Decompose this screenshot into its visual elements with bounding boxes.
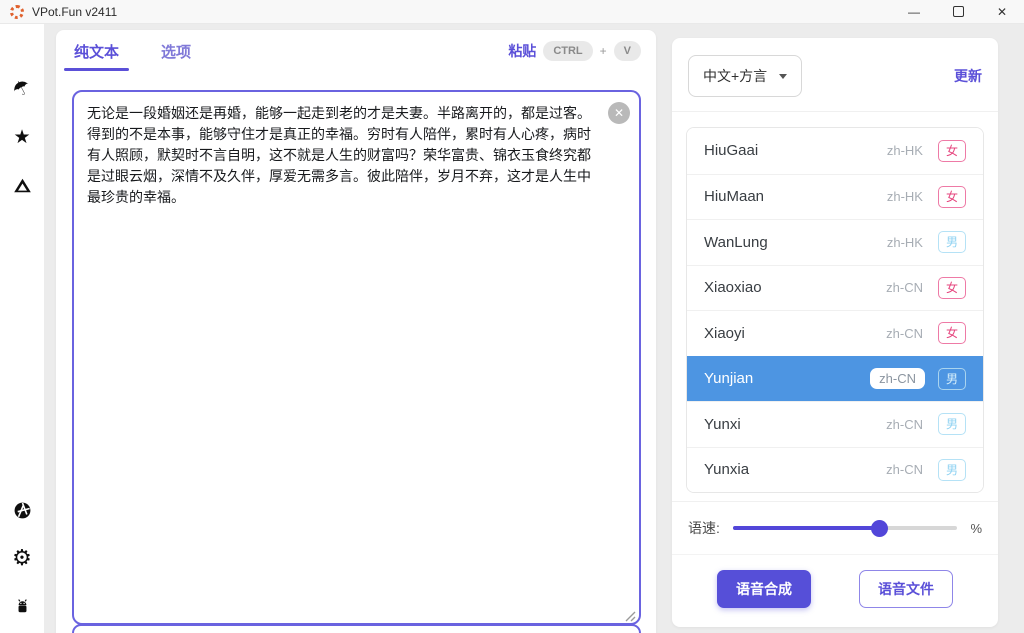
voice-gender-badge: 男 xyxy=(938,231,966,253)
voice-name: Xiaoyi xyxy=(704,325,886,342)
voice-gender-badge: 男 xyxy=(938,368,966,390)
tab-plain-text[interactable]: 纯文本 xyxy=(72,30,121,72)
voice-lang-code: zh-HK xyxy=(887,189,923,204)
action-buttons-row: 语音合成 语音文件 xyxy=(672,554,998,633)
voice-lang-code: zh-CN xyxy=(886,462,923,477)
voice-name: Yunjian xyxy=(704,370,870,387)
mountain-icon[interactable] xyxy=(11,174,33,196)
speed-unit-label: % xyxy=(970,521,982,536)
text-input[interactable]: 无论是一段婚姻还是再婚，能够一起走到老的才是夫妻。半路离开的，都是过客。得到的不… xyxy=(72,90,641,625)
synthesize-button[interactable]: 语音合成 xyxy=(717,570,811,608)
app-window: VPot.Fun v2411 — ✕ ☂ ★ xyxy=(0,0,1024,633)
voice-list-item[interactable]: WanLung zh-HK 男 xyxy=(687,219,983,265)
voice-lang-code: zh-CN xyxy=(886,326,923,341)
voice-list-item[interactable]: Yunxia zh-CN 男 xyxy=(687,447,983,493)
voice-lang-code: zh-CN xyxy=(886,280,923,295)
chevron-down-icon xyxy=(779,74,787,79)
window-controls: — ✕ xyxy=(892,0,1024,23)
voice-list: HiuGaai zh-HK 女 HiuMaan zh-HK 女 WanLung … xyxy=(686,127,984,493)
editor-area: 无论是一段婚姻还是再婚，能够一起走到老的才是夫妻。半路离开的，都是过客。得到的不… xyxy=(72,90,641,625)
voice-gender-badge: 女 xyxy=(938,140,966,162)
voice-name: HiuGaai xyxy=(704,142,887,159)
speed-slider-section: 语速: % xyxy=(672,501,998,554)
voice-name: HiuMaan xyxy=(704,188,887,205)
voice-lang-code: zh-CN xyxy=(886,417,923,432)
umbrella-icon[interactable]: ☂ xyxy=(11,78,33,100)
voice-panel: 中文+方言 更新 HiuGaai zh-HK 女 HiuMaan zh-HK 女… xyxy=(672,38,998,627)
voice-name: Yunxi xyxy=(704,416,886,433)
speed-slider-thumb[interactable] xyxy=(871,520,888,537)
sidebar-bottom-icons: ⚙ xyxy=(11,499,33,617)
voice-list-item[interactable]: HiuGaai zh-HK 女 xyxy=(687,128,983,174)
voice-list-item[interactable]: Xiaoxiao zh-CN 女 xyxy=(687,265,983,311)
close-button[interactable]: ✕ xyxy=(980,0,1024,23)
voice-list-section: HiuGaai zh-HK 女 HiuMaan zh-HK 女 WanLung … xyxy=(672,112,998,501)
voice-list-item[interactable]: HiuMaan zh-HK 女 xyxy=(687,174,983,220)
kbd-plus: + xyxy=(600,44,607,58)
paste-button[interactable]: 粘贴 xyxy=(508,41,536,61)
tab-bar: 纯文本 选项 粘贴 CTRL + V xyxy=(56,30,656,72)
close-icon: ✕ xyxy=(614,106,624,120)
cutoff-panel xyxy=(72,624,641,633)
voice-lang-code: zh-CN xyxy=(870,368,925,389)
kbd-v: V xyxy=(614,41,641,61)
voice-panel-header: 中文+方言 更新 xyxy=(672,38,998,112)
voice-gender-badge: 男 xyxy=(938,413,966,435)
voice-lang-code: zh-HK xyxy=(887,143,923,158)
text-editor-card: 纯文本 选项 粘贴 CTRL + V 无论是一段婚姻还是再婚，能够一起走到老的才… xyxy=(56,30,656,633)
voice-file-button[interactable]: 语音文件 xyxy=(859,570,953,608)
update-link[interactable]: 更新 xyxy=(954,66,982,86)
resize-handle-icon[interactable] xyxy=(625,609,636,620)
voice-list-item[interactable]: Xiaoyi zh-CN 女 xyxy=(687,310,983,356)
voice-gender-badge: 男 xyxy=(938,459,966,481)
maximize-button[interactable] xyxy=(936,0,980,23)
window-title: VPot.Fun v2411 xyxy=(32,5,117,19)
speed-slider-fill xyxy=(733,526,879,531)
voice-name: Yunxia xyxy=(704,461,886,478)
android-icon[interactable] xyxy=(11,595,33,617)
speed-label: 语速: xyxy=(688,518,720,538)
paste-shortcut: 粘贴 CTRL + V xyxy=(508,41,641,61)
titlebar: VPot.Fun v2411 — ✕ xyxy=(0,0,1024,24)
voice-lang-code: zh-HK xyxy=(887,235,923,250)
maximize-icon xyxy=(953,6,964,17)
sidebar-top-icons: ☂ ★ xyxy=(11,78,33,196)
app-logo-icon xyxy=(10,5,24,19)
voice-gender-badge: 女 xyxy=(938,186,966,208)
kbd-ctrl: CTRL xyxy=(543,41,592,61)
clear-text-button[interactable]: ✕ xyxy=(608,102,630,124)
voice-list-item[interactable]: Yunjian zh-CN 男 xyxy=(687,356,983,402)
star-icon[interactable]: ★ xyxy=(11,126,33,148)
voice-gender-badge: 女 xyxy=(938,277,966,299)
minimize-button[interactable]: — xyxy=(892,0,936,23)
left-sidebar: ☂ ★ ⚙ xyxy=(0,24,44,633)
voice-name: WanLung xyxy=(704,234,887,251)
language-filter-dropdown[interactable]: 中文+方言 xyxy=(688,55,802,97)
settings-gear-icon[interactable]: ⚙ xyxy=(11,547,33,569)
voice-gender-badge: 女 xyxy=(938,322,966,344)
aperture-icon[interactable] xyxy=(11,499,33,521)
voice-list-item[interactable]: Yunxi zh-CN 男 xyxy=(687,401,983,447)
language-filter-value: 中文+方言 xyxy=(703,66,767,86)
voice-name: Xiaoxiao xyxy=(704,279,886,296)
tab-options[interactable]: 选项 xyxy=(159,30,193,72)
speed-slider[interactable] xyxy=(733,519,958,537)
